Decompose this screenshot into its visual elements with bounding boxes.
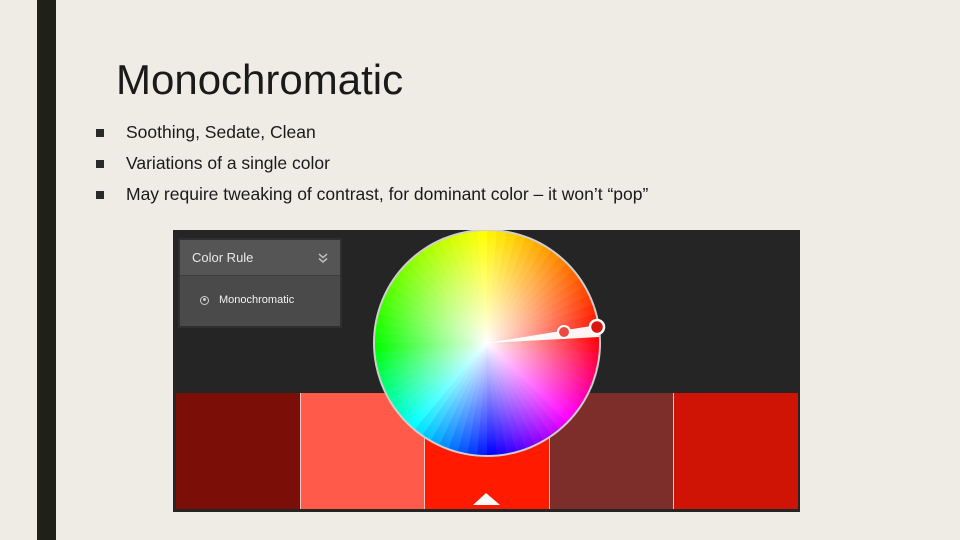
secondary-color-marker[interactable] bbox=[557, 325, 571, 339]
base-color-indicator-icon bbox=[473, 493, 500, 505]
square-bullet-icon bbox=[96, 129, 104, 137]
square-bullet-icon bbox=[96, 160, 104, 168]
bullet-item: Variations of a single color bbox=[96, 148, 648, 179]
bullet-text: Variations of a single color bbox=[126, 153, 330, 173]
bullet-list: Soothing, Sedate, Clean Variations of a … bbox=[96, 117, 648, 210]
base-color-marker[interactable] bbox=[588, 318, 606, 336]
bullet-item: May require tweaking of contrast, for do… bbox=[96, 179, 648, 210]
slide-title: Monochromatic bbox=[116, 56, 404, 103]
left-accent-bar bbox=[37, 0, 56, 540]
color-tool-screenshot: Color Rule Monochromatic bbox=[173, 230, 800, 512]
bullet-item: Soothing, Sedate, Clean bbox=[96, 117, 648, 148]
bullet-text: May require tweaking of contrast, for do… bbox=[126, 184, 649, 204]
color-wheel-layer bbox=[373, 230, 606, 505]
bullet-text: Soothing, Sedate, Clean bbox=[126, 122, 316, 142]
square-bullet-icon bbox=[96, 191, 104, 199]
